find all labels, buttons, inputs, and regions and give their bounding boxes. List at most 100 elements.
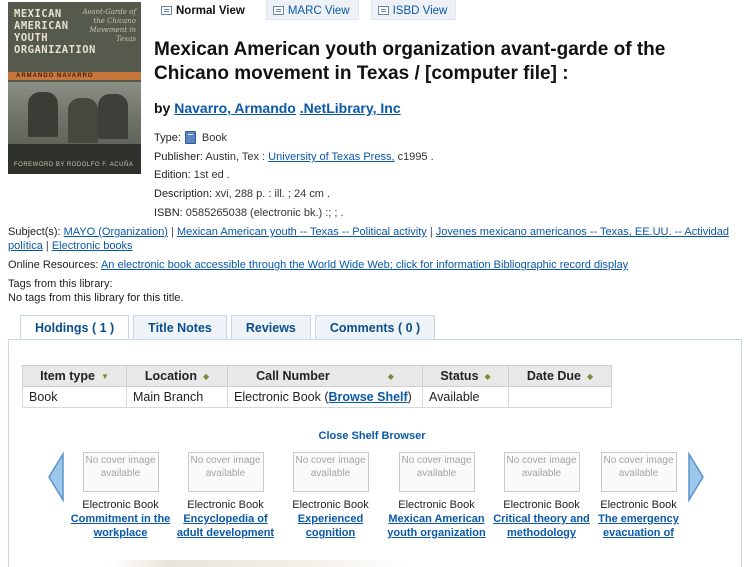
shelf-item: No cover image available Electronic Book…: [586, 452, 691, 540]
tab-reviews[interactable]: Reviews: [230, 315, 311, 339]
description-row: Description: xvi, 288 p. : ill. ; 24 cm …: [154, 188, 714, 200]
cell-call-number: Electronic Book (Browse Shelf): [227, 386, 423, 408]
no-cover-image[interactable]: No cover image available: [292, 452, 369, 492]
tab-normal-view[interactable]: Normal View: [154, 0, 254, 20]
author2-link[interactable]: .NetLibrary, Inc: [300, 100, 401, 116]
header-label: Item type: [40, 369, 95, 383]
cell-location: Main Branch: [126, 386, 228, 408]
shelf-item-title-link[interactable]: Experienced cognition: [278, 512, 383, 540]
type-label: Type:: [154, 132, 181, 144]
cell-date-due: [508, 386, 612, 408]
browse-shelf-link[interactable]: Browse Shelf: [328, 390, 407, 404]
column-header-call-number[interactable]: Call Number ◆: [227, 365, 423, 387]
tags-value: No tags from this library for this title…: [8, 292, 184, 304]
sort-desc-icon: ▼: [100, 372, 109, 381]
subject-link[interactable]: Electronic books: [52, 240, 133, 252]
tags-label: Tags from this library:: [8, 278, 113, 290]
close-shelf-browser-link[interactable]: Close Shelf Browser: [0, 430, 744, 442]
table-row: Book Main Branch Electronic Book (Browse…: [22, 386, 612, 408]
tab-label: MARC View: [287, 4, 350, 17]
cover-subtitle: Avant-Garde of the Chicano Movement in T…: [82, 8, 136, 43]
book-cover: MEXICAN AMERICAN YOUTH ORGANIZATION Avan…: [8, 2, 141, 174]
call-suffix: ): [407, 390, 412, 404]
no-cover-image[interactable]: No cover image available: [187, 452, 264, 492]
tab-isbd-view[interactable]: ISBD View: [370, 0, 457, 20]
subject-link[interactable]: MAYO (Organization): [64, 226, 168, 238]
by-label: by: [154, 100, 171, 116]
isbn-label: ISBN:: [154, 207, 183, 219]
shelf-item: No cover image available Electronic Book…: [384, 452, 489, 540]
call-prefix: Electronic Book (: [234, 390, 329, 404]
author-link[interactable]: Navarro, Armando: [174, 100, 296, 116]
shelf-item-title-link[interactable]: Encyclopedia of adult development: [173, 512, 278, 540]
sort-both-icon: ◆: [202, 372, 210, 381]
online-resources-row: Online Resources: An electronic book acc…: [8, 258, 738, 272]
document-icon: [161, 6, 172, 15]
shelf-item-title-link[interactable]: Commitment in the workplace: [68, 512, 173, 540]
cell-status: Available: [422, 386, 509, 408]
header-label: Status: [440, 369, 479, 383]
shelf-item-type: Electronic Book: [292, 499, 369, 511]
edition-label: Edition:: [154, 169, 191, 181]
no-cover-image[interactable]: No cover image available: [398, 452, 475, 492]
tab-label: ISBD View: [392, 4, 448, 17]
no-cover-image[interactable]: No cover image available: [503, 452, 580, 492]
sort-both-icon: ◆: [484, 372, 491, 381]
isbn-value: 0585265038 (electronic bk.) :; ; .: [185, 207, 344, 219]
subject-separator: |: [45, 240, 49, 252]
tab-comments[interactable]: Comments ( 0 ): [314, 315, 436, 339]
subjects-label: Subject(s):: [8, 226, 61, 238]
sort-both-icon: ◆: [587, 372, 594, 381]
tab-title-notes[interactable]: Title Notes: [133, 315, 227, 339]
online-label: Online Resources:: [8, 259, 99, 271]
holdings-tabs: Holdings ( 1 ) Title Notes Reviews Comme…: [20, 315, 436, 340]
no-cover-image[interactable]: No cover image available: [82, 452, 159, 492]
view-tabs: Normal View MARC View ISBD View: [154, 0, 457, 20]
description-label: Description:: [154, 188, 213, 200]
arrow-left-icon: [48, 452, 64, 502]
document-icon: [377, 6, 389, 15]
subject-link[interactable]: Mexican American youth -- Texas -- Polit…: [177, 226, 427, 238]
type-row: Type: Book: [154, 131, 714, 144]
subjects-row: Subject(s): MAYO (Organization) | Mexica…: [8, 225, 738, 253]
close-shelf-label: Close Shelf Browser: [318, 430, 426, 442]
shelf-item-title-link[interactable]: Critical theory and methodology: [489, 512, 594, 540]
subject-separator: |: [429, 226, 433, 238]
publisher-link[interactable]: University of Texas Press,: [268, 151, 394, 163]
type-value: Book: [201, 132, 227, 144]
shelf-item-type: Electronic Book: [187, 499, 264, 511]
tab-label: Normal View: [176, 4, 245, 17]
publisher-label: Publisher:: [154, 151, 203, 163]
shelf-item-title-link[interactable]: Mexican American youth organization: [384, 512, 489, 540]
description-value: xvi, 288 p. : ill. ; 24 cm .: [215, 188, 331, 200]
holdings-table: Item type ▼ Location ◆ Call Number ◆ Status…: [22, 365, 612, 408]
header-label: Location: [144, 369, 197, 383]
column-header-date-due[interactable]: Date Due ◆: [508, 365, 612, 387]
shelf-previous-arrow[interactable]: [46, 452, 66, 502]
publisher-place: Austin, Tex :: [205, 151, 266, 163]
shelf-item-type: Electronic Book: [600, 499, 677, 511]
shelf-item-type: Electronic Book: [398, 499, 475, 511]
column-header-item-type[interactable]: Item type ▼: [22, 365, 127, 387]
publisher-year: c1995 .: [397, 151, 434, 163]
edition-row: Edition: 1st ed .: [154, 169, 714, 181]
shelf-item-title-link[interactable]: The emergency evacuation of: [586, 512, 691, 540]
isbn-row: ISBN: 0585265038 (electronic bk.) :; ; .: [154, 207, 714, 219]
online-resource-link[interactable]: An electronic book accessible through th…: [101, 259, 628, 271]
document-icon: [272, 6, 284, 15]
shelf-item-type: Electronic Book: [82, 499, 159, 511]
shelf-item: No cover image available Electronic Book…: [173, 452, 278, 540]
tab-marc-view[interactable]: MARC View: [265, 0, 359, 20]
no-cover-image[interactable]: No cover image available: [600, 452, 677, 492]
column-header-location[interactable]: Location ◆: [126, 365, 228, 387]
shelf-item: No cover image available Electronic Book…: [68, 452, 173, 540]
cover-foreword: FOREWORD BY RODOLFO F. ACUÑA: [14, 162, 134, 168]
column-header-status[interactable]: Status ◆: [422, 365, 509, 387]
cover-author: ARMANDO NAVARRO: [8, 72, 141, 80]
shelf-item: No cover image available Electronic Book…: [278, 452, 383, 540]
shelf-item: No cover image available Electronic Book…: [489, 452, 594, 540]
sort-both-icon: ◆: [387, 372, 394, 381]
tab-holdings[interactable]: Holdings ( 1 ): [20, 315, 130, 340]
page-title: Mexican American youth organization avan…: [154, 39, 666, 84]
publisher-row: Publisher: Austin, Tex : University of T…: [154, 151, 714, 163]
